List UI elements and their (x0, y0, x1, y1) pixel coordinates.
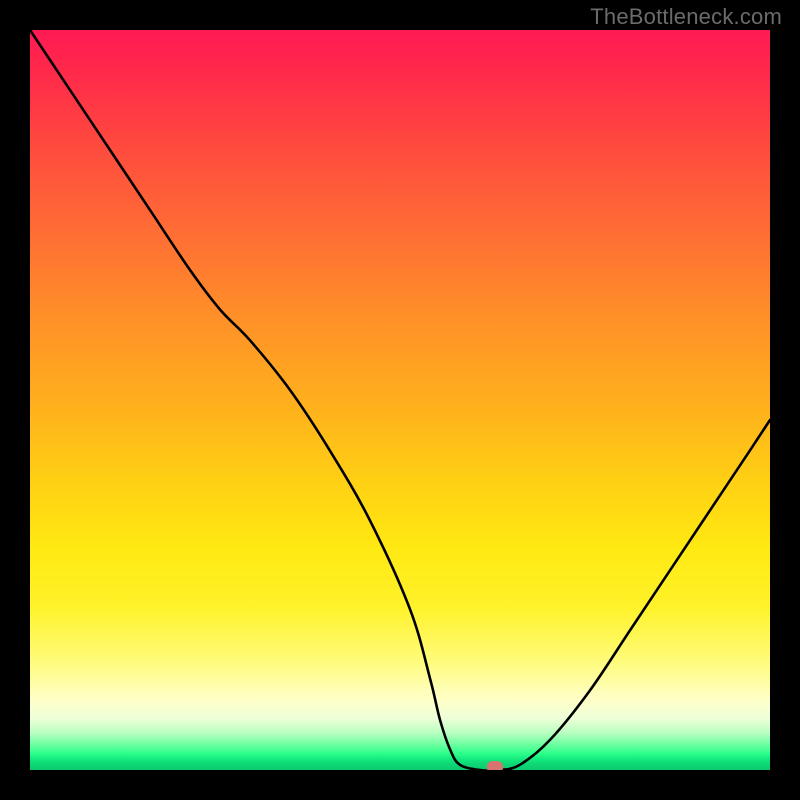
chart-frame: TheBottleneck.com (0, 0, 800, 800)
optimal-point-marker (487, 761, 503, 770)
bottleneck-curve (30, 30, 770, 770)
curve-path (30, 30, 770, 770)
plot-area (30, 30, 770, 770)
watermark-text: TheBottleneck.com (590, 4, 782, 30)
